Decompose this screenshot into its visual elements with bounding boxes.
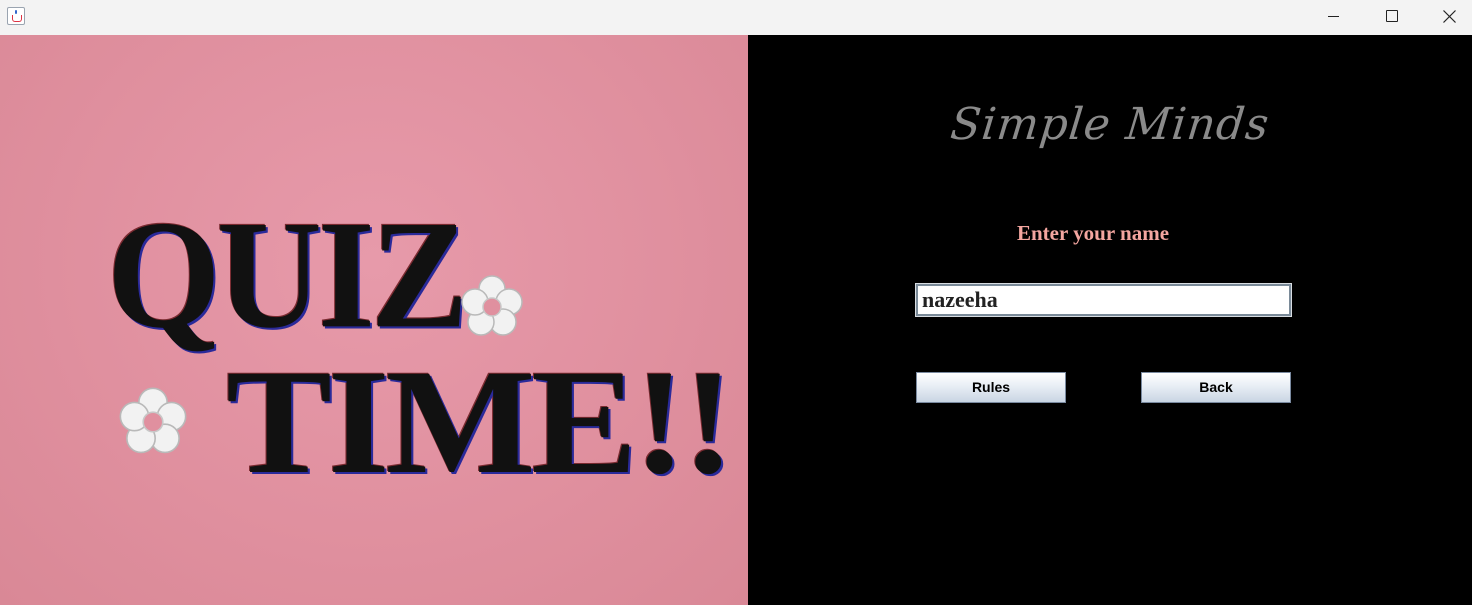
flower-icon [119, 387, 187, 454]
close-button[interactable] [1420, 0, 1472, 35]
maximize-icon [1386, 10, 1398, 22]
quiz-banner-image: QUIZ TIME!! [0, 35, 748, 605]
minimize-icon [1328, 16, 1339, 17]
login-panel: Simple Minds Enter your name nazeeha Rul… [748, 35, 1472, 605]
window-title-bar [0, 0, 1472, 35]
java-cup-icon [7, 7, 25, 25]
banner-line-time: TIME!! [226, 339, 735, 505]
name-label: Enter your name [1016, 221, 1170, 245]
flower-icon [461, 275, 523, 336]
app-title: Simple Minds [948, 99, 1272, 150]
maximize-button[interactable] [1362, 0, 1420, 35]
back-button[interactable]: Back [1141, 372, 1291, 403]
banner-line-quiz: QUIZ [107, 188, 468, 361]
name-input[interactable]: nazeeha [915, 283, 1292, 317]
rules-button[interactable]: Rules [916, 372, 1066, 403]
minimize-button[interactable] [1305, 0, 1363, 35]
close-icon [1443, 10, 1456, 23]
